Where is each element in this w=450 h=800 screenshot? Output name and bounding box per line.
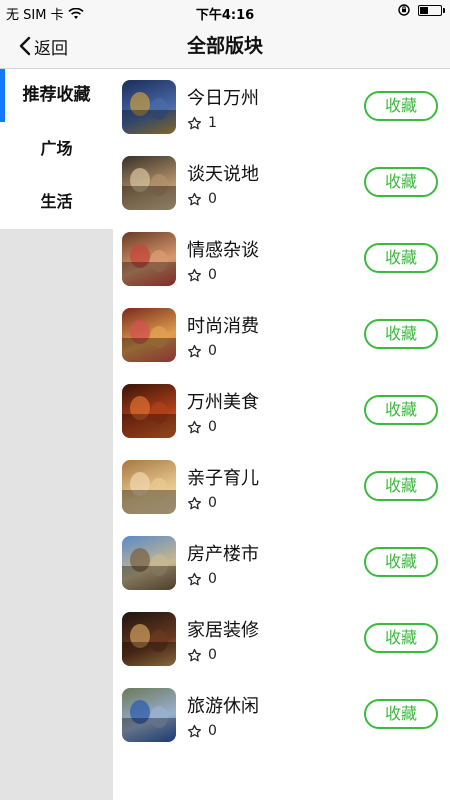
battery-fill — [420, 6, 428, 14]
board-row[interactable]: 家居装修 0 收藏 — [113, 601, 450, 677]
board-favorite-count: 0 — [187, 419, 217, 435]
favorite-button[interactable]: 收藏 — [364, 319, 438, 349]
board-name: 家居装修 — [187, 620, 259, 641]
favorite-button[interactable]: 收藏 — [364, 167, 438, 197]
board-favorite-count: 0 — [187, 723, 217, 739]
board-row[interactable]: 房产楼市 0 收藏 — [113, 525, 450, 601]
board-row[interactable]: 亲子育儿 0 收藏 — [113, 449, 450, 525]
board-thumbnail — [122, 80, 176, 134]
favorite-button[interactable]: 收藏 — [364, 395, 438, 425]
board-name: 旅游休闲 — [187, 696, 259, 717]
board-name: 情感杂谈 — [187, 240, 259, 261]
star-icon — [187, 268, 202, 283]
board-row[interactable]: 时尚消费 0 收藏 — [113, 297, 450, 373]
sidebar-item-label: 推荐收藏 — [22, 85, 91, 105]
star-icon — [187, 344, 202, 359]
sidebar-item-label: 广场 — [40, 139, 73, 158]
board-name: 万州美食 — [187, 392, 259, 413]
board-favorite-count: 0 — [187, 647, 217, 663]
battery-icon — [418, 4, 445, 16]
board-thumbnail — [122, 460, 176, 514]
board-name: 时尚消费 — [187, 316, 259, 337]
board-row[interactable]: 今日万州 1 收藏 — [113, 69, 450, 145]
favorite-count: 0 — [208, 571, 217, 587]
favorite-count: 1 — [208, 115, 217, 131]
board-list: 今日万州 1 收藏 谈天说地 0 收藏 情感杂谈 0 收藏 时尚消费 0 收藏 万州美食 0 收藏 亲子育儿 0… — [113, 69, 450, 800]
sidebar-item-square[interactable]: 广场 — [0, 122, 113, 175]
favorite-button[interactable]: 收藏 — [364, 623, 438, 653]
board-thumbnail — [122, 384, 176, 438]
back-label: 返回 — [34, 38, 68, 59]
board-favorite-count: 0 — [187, 571, 217, 587]
board-name: 亲子育儿 — [187, 468, 259, 489]
board-thumbnail — [122, 308, 176, 362]
favorite-count: 0 — [208, 495, 217, 511]
board-thumbnail — [122, 232, 176, 286]
favorite-button[interactable]: 收藏 — [364, 547, 438, 577]
board-thumbnail — [122, 156, 176, 210]
favorite-count: 0 — [208, 647, 217, 663]
board-thumbnail — [122, 536, 176, 590]
orientation-lock-icon — [398, 4, 410, 16]
star-icon — [187, 420, 202, 435]
nav-bar: 返回 全部版块 — [0, 24, 450, 69]
favorite-count: 0 — [208, 343, 217, 359]
board-row[interactable]: 万州美食 0 收藏 — [113, 373, 450, 449]
favorite-button[interactable]: 收藏 — [364, 243, 438, 273]
star-icon — [187, 572, 202, 587]
board-name: 谈天说地 — [187, 164, 259, 185]
favorite-button[interactable]: 收藏 — [364, 699, 438, 729]
sidebar-item-label: 生活 — [40, 192, 73, 211]
board-name: 今日万州 — [187, 88, 259, 109]
chevron-left-icon — [19, 36, 31, 56]
status-time: 下午4:16 — [195, 8, 255, 23]
favorite-count: 0 — [208, 723, 217, 739]
board-row[interactable]: 谈天说地 0 收藏 — [113, 145, 450, 221]
board-thumbnail — [122, 688, 176, 742]
board-favorite-count: 0 — [187, 191, 217, 207]
board-row[interactable]: 旅游休闲 0 收藏 — [113, 677, 450, 753]
board-favorite-count: 0 — [187, 343, 217, 359]
board-row[interactable]: 情感杂谈 0 收藏 — [113, 221, 450, 297]
favorite-count: 0 — [208, 191, 217, 207]
favorite-count: 0 — [208, 267, 217, 283]
board-favorite-count: 0 — [187, 495, 217, 511]
sidebar-item-life[interactable]: 生活 — [0, 175, 113, 229]
board-favorite-count: 1 — [187, 115, 217, 131]
star-icon — [187, 496, 202, 511]
board-favorite-count: 0 — [187, 267, 217, 283]
star-icon — [187, 116, 202, 131]
star-icon — [187, 648, 202, 663]
sidebar-item-recommended[interactable]: 推荐收藏 — [0, 69, 113, 122]
category-sidebar: 推荐收藏 广场 生活 — [0, 69, 113, 800]
board-name: 房产楼市 — [187, 544, 259, 565]
favorite-button[interactable]: 收藏 — [364, 471, 438, 501]
back-button[interactable]: 返回 — [18, 24, 68, 68]
status-bar: 无 SIM 卡 下午4:16 — [0, 0, 450, 24]
favorite-count: 0 — [208, 419, 217, 435]
board-thumbnail — [122, 612, 176, 666]
star-icon — [187, 192, 202, 207]
star-icon — [187, 724, 202, 739]
status-right — [398, 4, 445, 16]
favorite-button[interactable]: 收藏 — [364, 91, 438, 121]
